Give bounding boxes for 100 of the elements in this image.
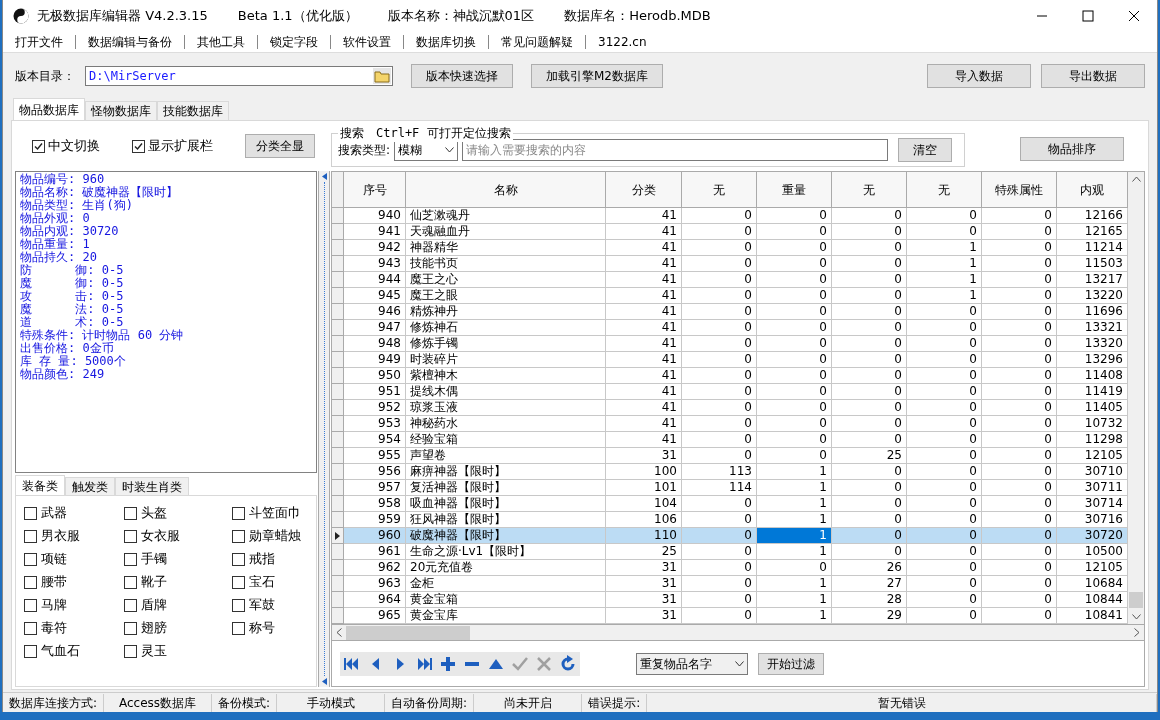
checkbox-label[interactable]: 宝石: [249, 572, 275, 592]
menu-item[interactable]: 打开文件: [3, 35, 75, 49]
tab[interactable]: 触发类: [65, 477, 115, 495]
checkbox-label[interactable]: 靴子: [141, 572, 167, 592]
checkbox-label[interactable]: 戒指: [249, 549, 275, 569]
checkbox-label[interactable]: 男衣服: [41, 526, 80, 546]
checkbox-label[interactable]: 马牌: [41, 595, 67, 615]
checkbox-label[interactable]: 头盔: [141, 503, 167, 523]
checkbox-label[interactable]: 盾牌: [141, 595, 167, 615]
checkbox[interactable]: [124, 644, 137, 658]
checkbox[interactable]: [24, 506, 37, 520]
checkbox-label[interactable]: 翅膀: [141, 618, 167, 638]
checkbox[interactable]: [124, 598, 137, 612]
table-row[interactable]: 963 金柜 31 0 1 27 0 0 10684: [332, 576, 1128, 592]
table-row[interactable]: 961 生命之源·Lv1【限时】 25 0 1 0 0 0 10500: [332, 544, 1128, 560]
directory-field[interactable]: D:\MirServer: [85, 65, 393, 86]
checkbox[interactable]: [24, 552, 37, 566]
checkbox[interactable]: [24, 529, 37, 543]
checkbox[interactable]: [232, 575, 245, 589]
checkbox-label[interactable]: 斗笠面巾: [249, 503, 301, 523]
menu-item[interactable]: 数据编辑与备份: [76, 35, 184, 49]
scroll-thumb[interactable]: [1129, 592, 1143, 608]
table-row[interactable]: 952 琼浆玉液 41 0 0 0 0 0 11405: [332, 400, 1128, 416]
close-icon[interactable]: [1128, 10, 1140, 22]
column-header[interactable]: 无: [907, 172, 982, 208]
checkbox-label[interactable]: 灵玉: [141, 641, 167, 661]
table-row[interactable]: 962 20元充值卷 31 0 0 26 0 0 12105: [332, 560, 1128, 576]
left-arrow-icon[interactable]: [321, 173, 327, 180]
search-field[interactable]: 请输入需要搜索的内容: [462, 139, 889, 161]
toolbar-button[interactable]: 导出数据: [1041, 63, 1145, 88]
checkbox-label[interactable]: 腰带: [41, 572, 67, 592]
toolbar-button[interactable]: 导入数据: [927, 63, 1031, 88]
tab[interactable]: 装备类: [15, 475, 65, 495]
checkbox-label[interactable]: 显示扩展栏: [148, 136, 213, 156]
checkbox[interactable]: [232, 506, 245, 520]
checkbox[interactable]: [232, 552, 245, 566]
column-header[interactable]: 分类: [606, 172, 682, 208]
menu-item[interactable]: 其他工具: [185, 35, 257, 49]
column-header[interactable]: 无: [682, 172, 757, 208]
toolbar-button[interactable]: 加载引擎M2数据库: [531, 63, 663, 88]
splitter[interactable]: [318, 171, 330, 687]
table-row[interactable]: 958 吸血神器【限时】 104 0 1 0 0 0 30714: [332, 496, 1128, 512]
checkbox-label[interactable]: 女衣服: [141, 526, 180, 546]
menu-item[interactable]: 常见问题解疑: [489, 35, 585, 49]
table-row[interactable]: 960 破魔神器【限时】 110 0 1 0 0 0 30720: [332, 528, 1128, 544]
row-indicator[interactable]: [332, 528, 344, 544]
checkbox-label[interactable]: 手镯: [141, 549, 167, 569]
checkbox-label[interactable]: 军鼓: [249, 595, 275, 615]
checkbox[interactable]: [124, 621, 137, 635]
checkbox[interactable]: [24, 644, 37, 658]
checkbox-label[interactable]: 称号: [249, 618, 275, 638]
column-header[interactable]: 特殊属性: [982, 172, 1057, 208]
table-row[interactable]: 964 黄金宝箱 31 0 1 28 0 0 10844: [332, 592, 1128, 608]
table-row[interactable]: 950 紫檀神木 41 0 0 0 0 0 11408: [332, 368, 1128, 384]
menu-item[interactable]: 软件设置: [331, 35, 403, 49]
tab[interactable]: 怪物数据库: [85, 101, 157, 120]
scroll-thumb[interactable]: [346, 625, 470, 640]
table-row[interactable]: 953 神秘药水 41 0 0 0 0 0 10732: [332, 416, 1128, 432]
vertical-scrollbar[interactable]: [1128, 172, 1144, 624]
folder-icon[interactable]: [373, 67, 391, 84]
sort-button[interactable]: 物品排序: [1020, 137, 1124, 161]
maximize-icon[interactable]: [1082, 10, 1094, 22]
column-header[interactable]: 无: [832, 172, 907, 208]
column-header[interactable]: 序号: [344, 172, 406, 208]
column-header[interactable]: 内观: [1057, 172, 1128, 208]
table-row[interactable]: 954 经验宝箱 41 0 0 0 0 0 11298: [332, 432, 1128, 448]
horizontal-scrollbar[interactable]: [332, 625, 1144, 641]
checkbox[interactable]: [24, 621, 37, 635]
checkbox-label[interactable]: 项链: [41, 549, 67, 569]
table-row[interactable]: 951 提线木偶 41 0 0 0 0 0 11419: [332, 384, 1128, 400]
table-row[interactable]: 940 仙芝漱魂丹 41 0 0 0 0 0 12166: [332, 208, 1128, 224]
checkbox[interactable]: [124, 529, 137, 543]
table-row[interactable]: 957 复活神器【限时】 101 114 1 0 0 0 30711: [332, 480, 1128, 496]
table-row[interactable]: 956 麻痹神器【限时】 100 113 1 0 0 0 30710: [332, 464, 1128, 480]
checkbox[interactable]: [124, 506, 137, 520]
table-row[interactable]: 944 魔王之心 41 0 0 0 1 0 13217: [332, 272, 1128, 288]
table-row[interactable]: 945 魔王之眼 41 0 0 0 1 0 13220: [332, 288, 1128, 304]
clear-button[interactable]: 清空: [898, 138, 953, 162]
checkbox[interactable]: [232, 529, 245, 543]
checkbox[interactable]: [124, 575, 137, 589]
table-row[interactable]: 942 神器精华 41 0 0 0 1 0 11214: [332, 240, 1128, 256]
table-row[interactable]: 947 修炼神石 41 0 0 0 0 0 13321: [332, 320, 1128, 336]
checkbox[interactable]: [232, 598, 245, 612]
tab[interactable]: 物品数据库: [13, 98, 85, 120]
table-row[interactable]: 965 黄金宝库 31 0 1 29 0 0 10841: [332, 608, 1128, 624]
table-row[interactable]: 955 声望卷 31 0 0 25 0 0 12105: [332, 448, 1128, 464]
checkbox-label[interactable]: 武器: [41, 503, 67, 523]
table-row[interactable]: 943 技能书页 41 0 0 0 1 0 11503: [332, 256, 1128, 272]
filter-dropdown[interactable]: 重复物品名字: [636, 652, 748, 675]
checkbox[interactable]: [32, 139, 45, 153]
menu-item[interactable]: 数据库切换: [404, 35, 488, 49]
table-row[interactable]: 959 狂风神器【限时】 106 0 1 0 0 0 30716: [332, 512, 1128, 528]
menu-item[interactable]: 锁定字段: [258, 35, 330, 49]
checkbox-label[interactable]: 气血石: [41, 641, 80, 661]
menu-item[interactable]: 3122.cn: [586, 35, 659, 49]
checkbox[interactable]: [132, 139, 145, 153]
column-header[interactable]: 名称: [406, 172, 606, 208]
checkbox[interactable]: [232, 621, 245, 635]
toolbar-button[interactable]: 版本快速选择: [411, 63, 513, 88]
checkbox-label[interactable]: 毒符: [41, 618, 67, 638]
